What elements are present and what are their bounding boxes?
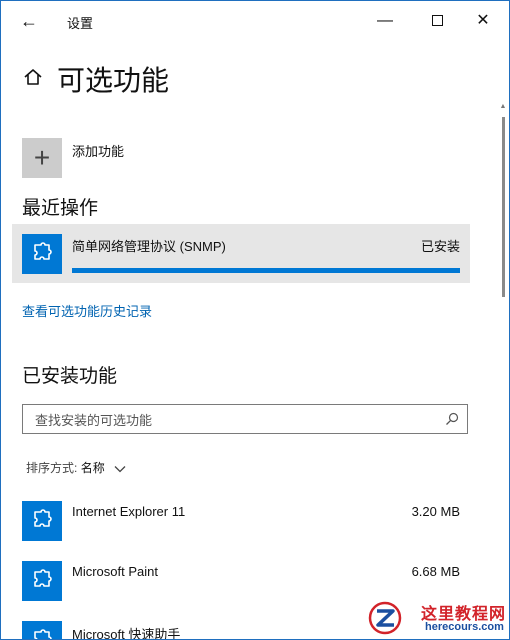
view-history-link[interactable]: 查看可选功能历史记录 [22,301,152,320]
feature-tile [22,621,62,639]
feature-size: 3.20 MB [411,504,460,519]
puzzle-icon [34,242,52,260]
list-item[interactable]: Internet Explorer 11 3.20 MB [1,501,481,551]
puzzle-icon [34,509,52,527]
install-progress-bar [72,268,460,273]
back-button[interactable]: ← [15,10,43,32]
close-button[interactable]: ✕ [463,7,503,35]
minimize-button[interactable]: — [365,7,405,35]
add-feature-button[interactable]: + [22,138,62,178]
recent-action-item[interactable]: 简单网络管理协议 (SNMP) 已安装 [12,224,470,283]
recent-action-status: 已安装 [420,239,460,254]
feature-name: Microsoft 快速助手 [72,627,181,640]
watermark: 这里教程网 herecours.com [363,597,509,639]
feature-tile [22,561,62,601]
feature-name: Internet Explorer 11 [72,504,186,519]
puzzle-icon [34,569,52,587]
recent-action-name: 简单网络管理协议 (SNMP) [72,239,226,254]
search-icon[interactable] [445,412,459,426]
installed-features-heading: 已安装功能 [22,366,118,387]
feature-tile [22,234,62,274]
feature-size: 6.68 MB [411,564,460,579]
add-feature-label[interactable]: 添加功能 [72,141,124,160]
settings-window: ← 设置 — ✕ 可选功能 + 添加功能 最近操作 简单网络管理协议 (SNMP… [0,0,510,640]
sort-dropdown[interactable]: 排序方式: 名称 [26,459,126,476]
title-bar: ← 设置 — ✕ [1,1,509,41]
maximize-icon [431,15,443,27]
home-icon[interactable] [23,67,43,87]
feature-name: Microsoft Paint [72,564,158,579]
sort-value: 名称 [80,461,105,475]
install-progress-fill [72,268,460,273]
puzzle-icon [34,629,52,639]
scrollbar-thumb[interactable] [502,117,505,297]
maximize-button[interactable] [417,7,457,35]
scroll-up-arrow[interactable]: ▲ [499,103,507,111]
watermark-logo [368,601,402,635]
watermark-en: herecours.com [425,621,504,633]
feature-tile [22,501,62,541]
search-box[interactable] [22,404,468,434]
recent-actions-heading: 最近操作 [22,198,99,219]
window-title: 设置 [67,16,94,31]
page-title: 可选功能 [57,65,170,96]
chevron-down-icon [114,465,126,473]
search-input[interactable] [33,409,437,431]
sort-label: 排序方式: [26,461,78,475]
